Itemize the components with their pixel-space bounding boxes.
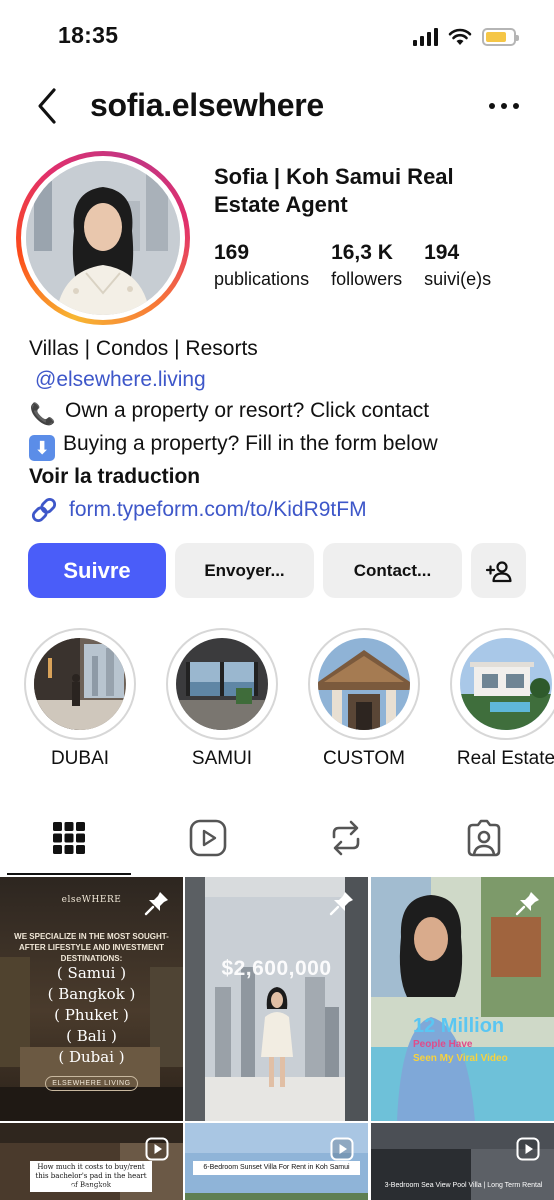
battery-icon (482, 28, 519, 46)
back-button[interactable] (30, 86, 66, 126)
highlight-label: SAMUI (191, 748, 253, 769)
post-places: ( Samui ) ( Bangkok ) ( Phuket ) ( Bali … (0, 963, 183, 1068)
reposts-icon (332, 820, 360, 855)
suggested-users-button[interactable] (471, 543, 526, 598)
post-tile[interactable]: 12 Million People Have Seen My Viral Vid… (371, 877, 554, 1121)
stat-value: 16,3 K (331, 241, 393, 264)
display-name: Sofia | Koh Samui Real Estate Agent (214, 164, 454, 217)
contact-button[interactable]: Contact... (323, 543, 462, 598)
profile-content-tabs (0, 800, 554, 875)
post-price-overlay: $2,600,000 (221, 957, 332, 980)
stat-label: followers (331, 269, 403, 289)
status-indicators (413, 26, 519, 48)
highlight-samui[interactable]: SAMUI (166, 628, 278, 770)
profile-username: sofia.elsewhere (90, 87, 324, 123)
post-overlay-number: 12 Million (413, 1015, 505, 1037)
profile-header: sofia.elsewhere (0, 78, 554, 134)
chevron-left-icon (38, 88, 56, 124)
bio-line: Villas | Condos | Resorts (29, 337, 258, 360)
stat-label: publications (214, 269, 310, 289)
bio-line: ⬇ Buying a property? Fill in the form bel… (29, 428, 549, 461)
profile-actions: Suivre Envoyer... Contact... (28, 543, 526, 598)
tab-posts-grid[interactable] (7, 800, 131, 875)
pin-icon (329, 892, 353, 916)
tab-tagged[interactable] (422, 800, 546, 875)
tagged-icon (467, 819, 501, 856)
more-horizontal-icon (489, 103, 519, 109)
message-button[interactable]: Envoyer... (175, 543, 314, 598)
more-options-button[interactable] (486, 92, 522, 120)
post-headline: WE SPECIALIZE IN THE MOST SOUGHT-AFTER L… (14, 932, 169, 963)
reel-icon (516, 1137, 540, 1161)
place-item: ( Samui ) (56, 964, 127, 982)
post-caption: 3-Bedroom Sea View Pool Villa | Long Ter… (384, 1182, 543, 1189)
story-highlights: DUBAI SAMUI CUSTOM Real Estate (0, 628, 554, 778)
post-tile[interactable]: 3-Bedroom Sea View Pool Villa | Long Ter… (371, 1123, 554, 1200)
highlight-label: DUBAI (50, 748, 110, 769)
highlight-custom[interactable]: CUSTOM (308, 628, 420, 770)
stat-value: 194 (424, 241, 460, 264)
grid-icon (53, 821, 85, 854)
highlight-cover (176, 638, 268, 730)
status-bar: 18:35 (0, 0, 554, 74)
highlight-cover (318, 638, 410, 730)
highlight-dubai[interactable]: DUBAI (24, 628, 136, 770)
arrow-down-icon: ⬇ (29, 435, 55, 461)
active-tab-indicator (7, 873, 131, 875)
post-footer: ELSEWHERE LIVING (45, 1076, 138, 1091)
post-caption: 6-Bedroom Sunset Villa For Rent in Koh S… (193, 1161, 360, 1175)
stat-publications[interactable]: 169 publications (214, 240, 309, 292)
tab-reels[interactable] (146, 800, 270, 875)
reel-icon (330, 1137, 354, 1161)
bio-external-link[interactable]: form.typeform.com/to/KidR9tFM (29, 494, 549, 525)
cellular-signal-icon (413, 28, 438, 46)
stat-following[interactable]: 194 suivi(e)s (424, 240, 491, 292)
bio-mention-link[interactable]: @elsewhere.living (29, 368, 206, 391)
place-item: ( Bali ) (66, 1027, 117, 1045)
reel-icon (145, 1137, 169, 1161)
avatar-photo (26, 161, 180, 315)
avatar (26, 161, 180, 315)
highlight-label: Real Estate (456, 748, 554, 769)
link-icon (31, 497, 57, 522)
see-translation-link[interactable]: Voir la traduction (29, 461, 549, 492)
highlight-cover (34, 638, 126, 730)
post-tile[interactable]: $2,600,000 (185, 877, 368, 1121)
place-item: ( Bangkok ) (47, 985, 136, 1003)
post-overlay-line: Seen My Viral Video (413, 1053, 508, 1064)
highlight-cover (460, 638, 552, 730)
post-overlay-line: People Have (413, 1039, 473, 1050)
profile-stats: 169 publications 16,3 K followers 194 su… (214, 240, 513, 292)
tab-reposts[interactable] (284, 800, 408, 875)
battery-level (486, 32, 506, 42)
pin-icon (515, 892, 539, 916)
stat-label: suivi(e)s (424, 269, 492, 289)
profile-bio: Villas | Condos | Resorts @elsewhere.liv… (29, 333, 549, 525)
post-tile[interactable]: 6-Bedroom Sunset Villa For Rent in Koh S… (185, 1123, 368, 1200)
status-time: 18:35 (58, 22, 119, 48)
add-person-icon (485, 560, 512, 582)
post-tile[interactable]: How much it costs to buy/rent this bache… (0, 1123, 183, 1200)
bio-line: 📞 Own a property or resort? Click contact (29, 395, 549, 428)
place-item: ( Dubai ) (58, 1048, 125, 1066)
post-tile[interactable]: elseWHERE WE SPECIALIZE IN THE MOST SOUG… (0, 877, 183, 1121)
post-subcaption: The Strand Thonglor (54, 1183, 129, 1192)
pin-icon (144, 892, 168, 916)
highlight-label: CUSTOM (323, 748, 405, 769)
bio-text: Own a property or resort? Click contact (65, 399, 430, 422)
highlight-real-estate[interactable]: Real Estate (450, 628, 554, 770)
stat-followers[interactable]: 16,3 K followers (331, 240, 402, 292)
bio-link-text: form.typeform.com/to/KidR9tFM (69, 498, 367, 521)
story-ring[interactable] (16, 151, 190, 325)
posts-grid: elseWHERE WE SPECIALIZE IN THE MOST SOUG… (0, 877, 554, 1200)
wifi-icon (448, 28, 472, 45)
follow-button[interactable]: Suivre (28, 543, 166, 598)
telephone-icon: 📞 (29, 403, 57, 426)
stat-value: 169 (214, 241, 250, 264)
reels-icon (189, 819, 227, 856)
place-item: ( Phuket ) (54, 1006, 129, 1024)
bio-text: Buying a property? Fill in the form belo… (63, 431, 438, 455)
